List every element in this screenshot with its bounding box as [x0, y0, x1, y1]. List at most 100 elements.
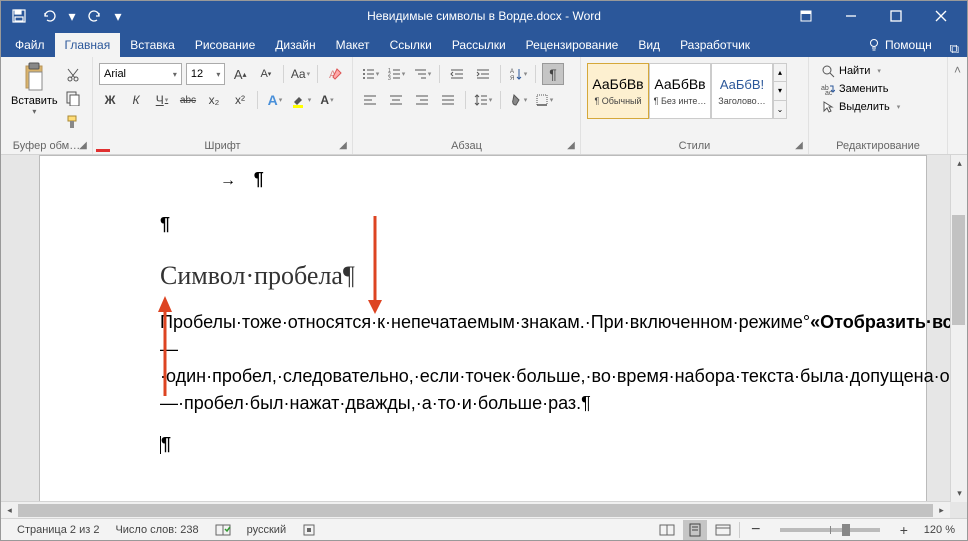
- borders-button[interactable]: [533, 89, 555, 111]
- select-button[interactable]: Выделить▾: [819, 99, 937, 115]
- styles-launcher[interactable]: ◢: [792, 138, 806, 152]
- scroll-up-button[interactable]: ▴: [951, 155, 967, 172]
- styles-more[interactable]: ⌄: [774, 101, 786, 118]
- format-painter-button[interactable]: [62, 111, 84, 133]
- cut-button[interactable]: [62, 63, 84, 85]
- share-button[interactable]: ⧉: [950, 41, 959, 57]
- zoom-level[interactable]: 120 %: [920, 524, 959, 536]
- tab-developer[interactable]: Разработчик: [670, 33, 760, 57]
- group-styles-label: Стили: [581, 140, 808, 152]
- tab-file[interactable]: Файл: [5, 33, 55, 57]
- align-center-button[interactable]: [385, 89, 407, 111]
- language-status[interactable]: русский: [239, 524, 294, 536]
- pilcrow: ¶: [254, 169, 264, 189]
- find-button[interactable]: Найти▾: [819, 63, 937, 79]
- decrease-indent-button[interactable]: [446, 63, 468, 85]
- numbering-button[interactable]: 123: [385, 63, 407, 85]
- subscript-button[interactable]: x₂: [203, 89, 225, 111]
- increase-indent-button[interactable]: [472, 63, 494, 85]
- font-color-button[interactable]: A: [316, 89, 338, 111]
- horizontal-scrollbar[interactable]: ◂ ▸: [1, 501, 950, 518]
- styles-down[interactable]: ▾: [774, 82, 786, 100]
- font-size-select[interactable]: 12: [186, 63, 226, 85]
- zoom-out-button[interactable]: −: [744, 520, 768, 540]
- tab-insert[interactable]: Вставка: [120, 33, 185, 57]
- word-count[interactable]: Число слов: 238: [107, 524, 206, 536]
- vertical-scrollbar[interactable]: ▴ ▾: [950, 155, 967, 502]
- qat-customize[interactable]: ▾: [111, 2, 125, 30]
- tab-review[interactable]: Рецензирование: [516, 33, 629, 57]
- group-styles: АаБбВв ¶ Обычный АаБбВв ¶ Без инте… АаБб…: [581, 57, 809, 154]
- zoom-in-button[interactable]: +: [892, 520, 916, 540]
- tab-layout[interactable]: Макет: [326, 33, 380, 57]
- minimize-button[interactable]: [828, 1, 873, 31]
- hscroll-thumb[interactable]: [18, 504, 933, 517]
- show-formatting-button[interactable]: ¶: [542, 63, 564, 85]
- tell-me[interactable]: Помощн: [857, 33, 942, 57]
- close-button[interactable]: [918, 1, 963, 31]
- copy-button[interactable]: [62, 87, 84, 109]
- tab-design[interactable]: Дизайн: [265, 33, 325, 57]
- redo-button[interactable]: [81, 2, 109, 30]
- page[interactable]: → ¶ ¶ Символ·пробела¶ Пробелы·тоже·относ…: [39, 155, 927, 518]
- group-clipboard: Вставить ▾ Буфер обм… ◢: [1, 57, 93, 154]
- multilevel-button[interactable]: [411, 63, 433, 85]
- superscript-button[interactable]: x²: [229, 89, 251, 111]
- font-launcher[interactable]: ◢: [336, 138, 350, 152]
- bold-button[interactable]: Ж: [99, 89, 121, 111]
- read-mode-button[interactable]: [655, 520, 679, 540]
- undo-button[interactable]: [35, 2, 63, 30]
- zoom-thumb[interactable]: [842, 524, 850, 536]
- align-right-button[interactable]: [411, 89, 433, 111]
- replace-button[interactable]: abac Заменить: [819, 81, 937, 97]
- scroll-left-button[interactable]: ◂: [1, 502, 18, 518]
- macro-status[interactable]: [294, 523, 324, 537]
- web-layout-button[interactable]: [711, 520, 735, 540]
- italic-button[interactable]: К: [125, 89, 147, 111]
- strike-button[interactable]: abc: [177, 89, 199, 111]
- scroll-down-button[interactable]: ▾: [951, 485, 967, 502]
- align-left-button[interactable]: [359, 89, 381, 111]
- paragraph-launcher[interactable]: ◢: [564, 138, 578, 152]
- ribbon-display-button[interactable]: [783, 1, 828, 31]
- clipboard-launcher[interactable]: ◢: [76, 138, 90, 152]
- font-name-select[interactable]: Arial: [99, 63, 182, 85]
- tab-references[interactable]: Ссылки: [380, 33, 442, 57]
- highlight-button[interactable]: [290, 89, 312, 111]
- underline-button[interactable]: Ч: [151, 89, 173, 111]
- line-spacing-button[interactable]: [472, 89, 494, 111]
- style-no-spacing[interactable]: АаБбВв ¶ Без инте…: [649, 63, 711, 119]
- select-icon: [821, 100, 835, 114]
- vscroll-thumb[interactable]: [952, 215, 965, 325]
- spell-check-status[interactable]: [207, 523, 239, 537]
- scroll-right-button[interactable]: ▸: [933, 502, 950, 518]
- shading-button[interactable]: [507, 89, 529, 111]
- style-normal[interactable]: АаБбВв ¶ Обычный: [587, 63, 649, 119]
- zoom-slider[interactable]: [780, 528, 880, 532]
- justify-button[interactable]: [437, 89, 459, 111]
- tab-draw[interactable]: Рисование: [185, 33, 265, 57]
- tab-home[interactable]: Главная: [55, 33, 121, 57]
- save-button[interactable]: [5, 2, 33, 30]
- grow-font-button[interactable]: A▴: [229, 63, 251, 85]
- style-heading1[interactable]: АаБбВ! Заголово…: [711, 63, 773, 119]
- paste-button[interactable]: Вставить ▾: [7, 59, 62, 133]
- tab-view[interactable]: Вид: [628, 33, 670, 57]
- shrink-font-button[interactable]: A▾: [255, 63, 277, 85]
- tab-mailings[interactable]: Рассылки: [442, 33, 516, 57]
- styles-up[interactable]: ▴: [774, 64, 786, 82]
- group-editing-label: Редактирование: [809, 140, 947, 152]
- undo-dropdown[interactable]: ▾: [65, 2, 79, 30]
- text-effects-button[interactable]: A: [264, 89, 286, 111]
- ribbon: Вставить ▾ Буфер обм… ◢ Arial 12 A▴ A▾ A…: [1, 57, 967, 155]
- collapse-ribbon-button[interactable]: ˄: [947, 57, 967, 154]
- pilcrow: ¶: [160, 211, 806, 238]
- clear-formatting-button[interactable]: A: [324, 63, 346, 85]
- sort-button[interactable]: AЯ: [507, 63, 529, 85]
- maximize-button[interactable]: [873, 1, 918, 31]
- bullets-button[interactable]: [359, 63, 381, 85]
- styles-scroll[interactable]: ▴ ▾ ⌄: [773, 63, 787, 119]
- change-case-button[interactable]: Aa: [290, 63, 312, 85]
- print-layout-button[interactable]: [683, 520, 707, 540]
- page-status[interactable]: Страница 2 из 2: [9, 524, 107, 536]
